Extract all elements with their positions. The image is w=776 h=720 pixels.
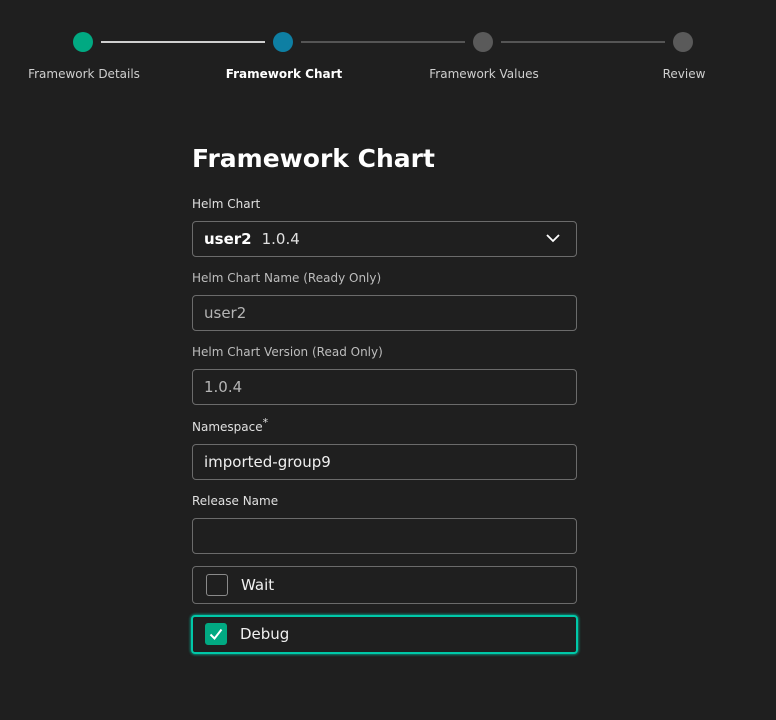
release-name-input[interactable] bbox=[193, 519, 576, 553]
helm-chart-version-label: Helm Chart Version (Read Only) bbox=[192, 345, 383, 359]
debug-checkbox[interactable] bbox=[205, 623, 227, 645]
helm-chart-selected-value: user2 1.0.4 bbox=[204, 230, 300, 248]
step-label-framework-details[interactable]: Framework Details bbox=[0, 67, 184, 81]
helm-chart-version-field bbox=[192, 369, 577, 405]
release-name-label: Release Name bbox=[192, 494, 279, 508]
namespace-input[interactable] bbox=[193, 445, 576, 479]
wait-checkbox-label[interactable]: Wait bbox=[241, 576, 274, 594]
step-1-indicator[interactable] bbox=[73, 32, 93, 52]
progress-stepper: Framework Details Framework Chart Framew… bbox=[0, 0, 776, 100]
stepper-connector bbox=[501, 41, 665, 43]
helm-chart-selected-version: 1.0.4 bbox=[261, 230, 300, 248]
namespace-label: Namespace* bbox=[192, 417, 268, 434]
step-4-indicator[interactable] bbox=[673, 32, 693, 52]
step-label-framework-values[interactable]: Framework Values bbox=[384, 67, 584, 81]
helm-chart-version-input bbox=[193, 370, 576, 404]
page-title: Framework Chart bbox=[192, 144, 435, 173]
checkmark-icon bbox=[209, 628, 223, 641]
step-label-framework-chart[interactable]: Framework Chart bbox=[184, 67, 384, 81]
debug-checkbox-field[interactable]: Debug bbox=[191, 615, 578, 654]
helm-chart-name-label: Helm Chart Name (Ready Only) bbox=[192, 271, 382, 285]
helm-chart-select[interactable]: user2 1.0.4 bbox=[192, 221, 577, 257]
step-2-indicator[interactable] bbox=[273, 32, 293, 52]
debug-checkbox-label[interactable]: Debug bbox=[240, 625, 289, 643]
helm-chart-name-field bbox=[192, 295, 577, 331]
stepper-connector bbox=[301, 41, 465, 43]
step-label-review[interactable]: Review bbox=[584, 67, 776, 81]
helm-chart-selected-name: user2 bbox=[204, 230, 252, 248]
wait-checkbox-field[interactable]: Wait bbox=[192, 566, 577, 604]
step-3-indicator[interactable] bbox=[473, 32, 493, 52]
namespace-field[interactable] bbox=[192, 444, 577, 480]
namespace-label-text: Namespace bbox=[192, 420, 263, 434]
release-name-field[interactable] bbox=[192, 518, 577, 554]
helm-chart-label: Helm Chart bbox=[192, 197, 261, 211]
helm-chart-name-input bbox=[193, 296, 576, 330]
chevron-down-icon[interactable] bbox=[546, 233, 560, 243]
wait-checkbox[interactable] bbox=[206, 574, 228, 596]
stepper-connector-done bbox=[101, 41, 265, 43]
required-marker: * bbox=[262, 416, 269, 429]
